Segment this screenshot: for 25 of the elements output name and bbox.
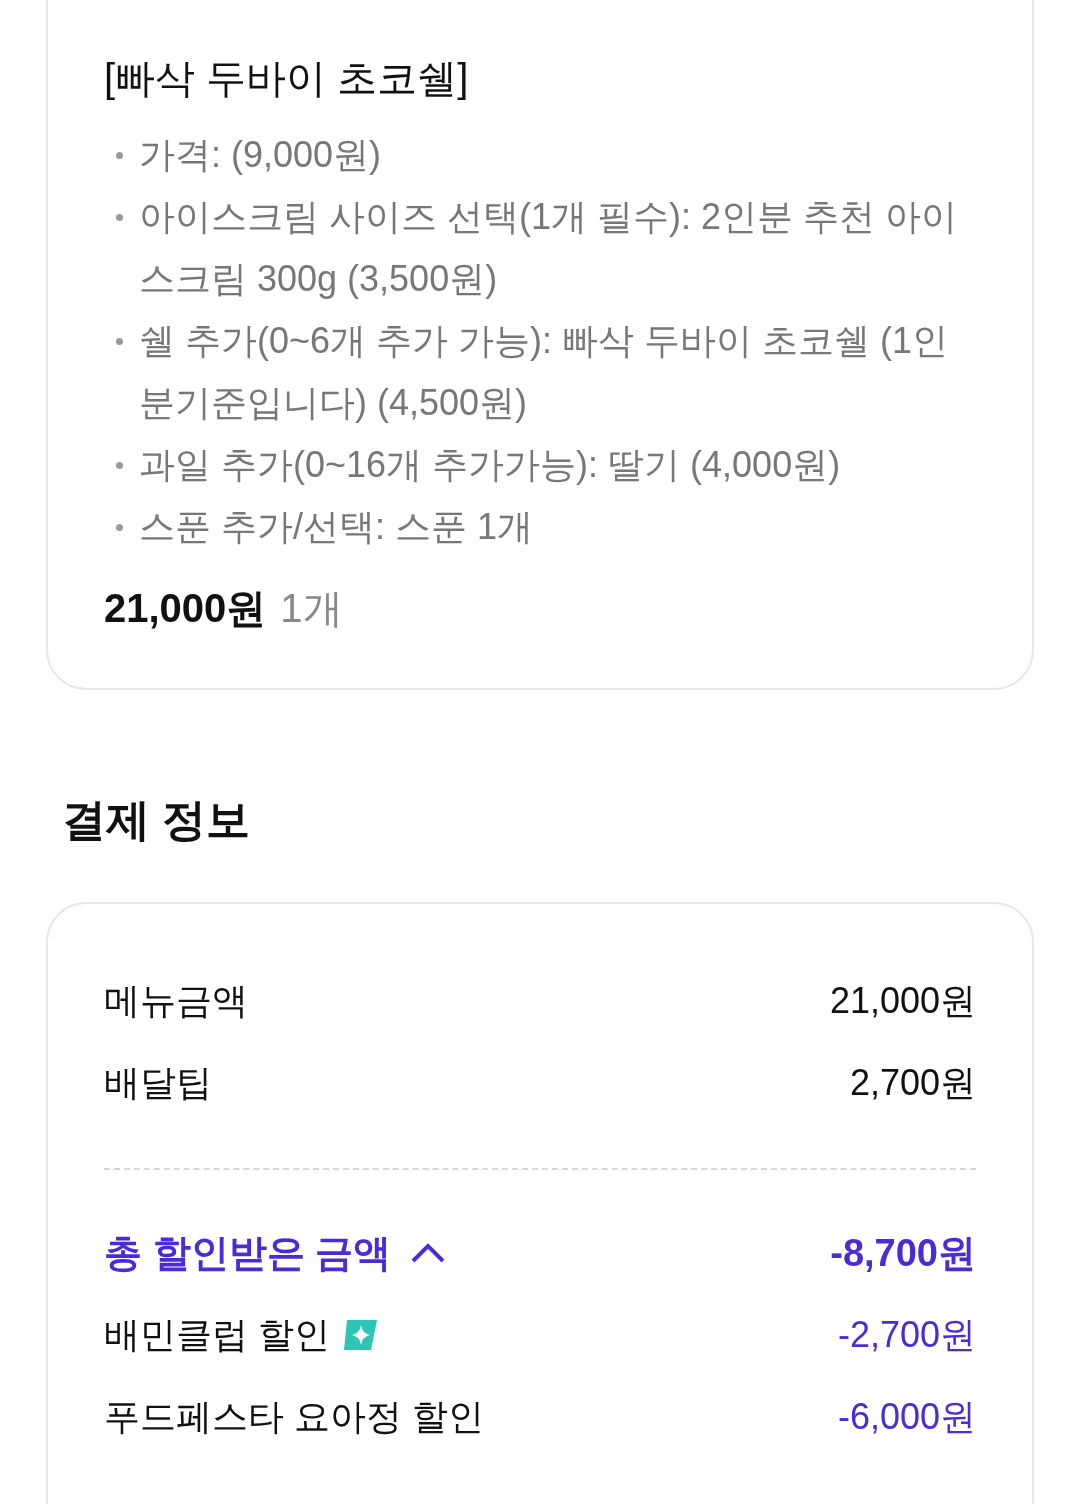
discount-total: -8,700원 xyxy=(830,1230,976,1276)
option-text: 스푼 추가/선택: 스푼 1개 xyxy=(139,505,534,549)
bullet-icon xyxy=(116,152,123,159)
section-title: 결제 정보 xyxy=(62,794,252,846)
discount-toggle[interactable]: 총 할인받은 금액 xyxy=(104,1224,446,1282)
bullet-icon xyxy=(116,214,123,221)
discount-label: 배민클럽 할인 xyxy=(104,1313,330,1357)
option-text: 아이스크림 사이즈 선택(1개 필수): 2인분 추천 아이스크림 300g (3,500원) xyxy=(139,195,959,301)
item-price: 21,000원 xyxy=(104,585,267,632)
fee-amount: 2,700원 xyxy=(849,1061,976,1105)
menu-name: [빠삭 두바이 초코쉘] xyxy=(104,55,470,102)
option-text: 쉘 추가(0~6개 추가 가능): 빠삭 두바이 초코쉘 (1인분기준입니다) (4,500원) xyxy=(139,319,950,425)
discount-amount: -6,000원 xyxy=(837,1395,976,1439)
bullet-icon xyxy=(116,462,123,469)
item-quantity: 1개 xyxy=(280,585,343,632)
option-text: 가격: (9,000원) xyxy=(139,133,382,177)
discount-label: 푸드페스타 요아정 할인 xyxy=(104,1395,484,1439)
discount-amount: -2,700원 xyxy=(837,1313,976,1357)
fee-amount: 21,000원 xyxy=(829,979,976,1023)
fee-label: 메뉴금액 xyxy=(104,979,248,1023)
caret-up-icon xyxy=(411,1243,446,1263)
option-text: 과일 추가(0~16개 추가가능): 딸기 (4,000원) xyxy=(139,443,841,487)
bullet-icon xyxy=(116,338,123,345)
fee-label: 배달팁 xyxy=(104,1061,212,1105)
bullet-icon xyxy=(116,524,123,531)
